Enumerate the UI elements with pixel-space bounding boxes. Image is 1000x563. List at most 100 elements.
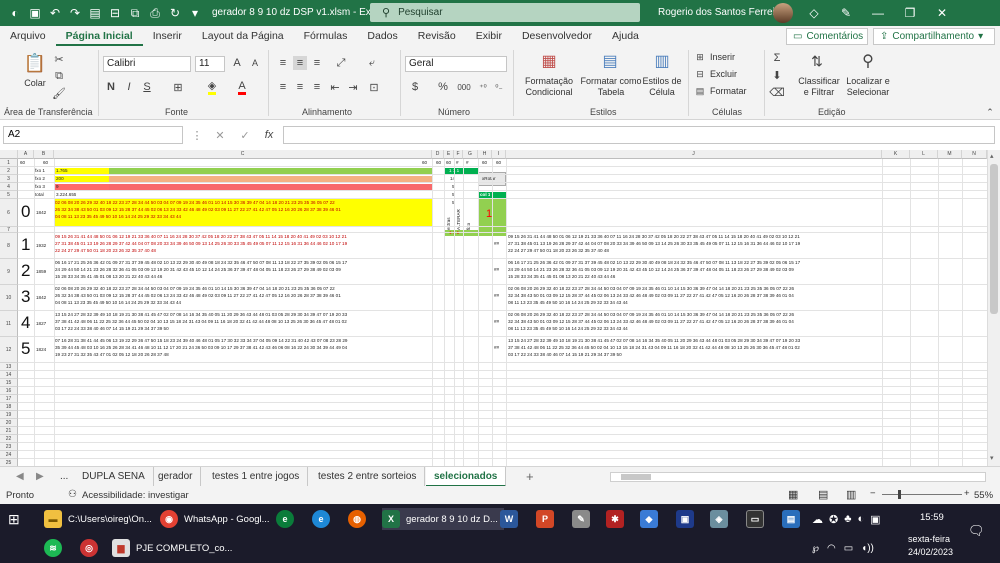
sort-filter-button[interactable]: Classificar e Filtrar <box>796 76 842 98</box>
search-box[interactable]: ⚲ Pesquisar <box>370 3 640 22</box>
insert-cells-button[interactable]: Inserir <box>710 52 735 63</box>
zoom-level[interactable]: 55% <box>974 490 993 501</box>
row-header[interactable]: 4 <box>0 183 18 191</box>
close-icon[interactable]: ✕ <box>933 4 951 22</box>
customize-qat-icon[interactable]: ▾ <box>186 4 204 22</box>
sheet-tab-gerador[interactable]: gerador <box>150 467 202 487</box>
spreadsheet-grid[interactable]: A B C D E F G H I J K L M N 1 2 3 4 5 6 7 8 9 10 1… <box>0 150 1000 466</box>
horizontal-scrollbar[interactable] <box>610 472 986 482</box>
fill-icon[interactable]: ⬇ <box>770 68 784 82</box>
result-numbers-line[interactable]: 06 16 17 21 25 26 36 42 01 09 27 31 37 3… <box>508 260 880 266</box>
restore-icon[interactable]: ❐ <box>901 4 919 22</box>
increase-indent-icon[interactable]: ⇥ <box>346 80 360 94</box>
tab-formulas[interactable]: Fórmulas <box>294 26 358 46</box>
sheet-tab-testes-2[interactable]: testes 2 entre sorteios <box>310 467 426 487</box>
format-painter-icon[interactable]: 🖌 <box>52 86 66 100</box>
game-numbers-line[interactable]: 02 06 08 20 26 29 32 40 18 22 23 27 28 3… <box>55 200 431 206</box>
game-numbers-line[interactable]: 26 32 34 38 43 50 01 03 09 12 15 28 37 4… <box>55 207 431 213</box>
taskbar-app5-icon[interactable]: ▤ <box>782 508 806 530</box>
h-scroll-thumb[interactable] <box>621 474 651 480</box>
row-header[interactable]: 18 <box>0 403 18 411</box>
game-numbers-line[interactable]: 27 31 38 45 01 13 19 26 28 29 37 42 44 0… <box>55 241 431 247</box>
result-numbers-line[interactable]: 15 28 33 34 35 41 45 01 08 13 20 21 22 4… <box>508 274 880 280</box>
diamond-icon[interactable]: ◇ <box>805 4 823 22</box>
game-numbers-line[interactable]: 35 39 44 45 48 03 10 16 25 26 28 34 41 4… <box>55 345 431 351</box>
form-icon[interactable]: ▤ <box>86 4 104 22</box>
formula-input[interactable] <box>283 126 995 144</box>
increase-decimal-icon[interactable]: ⁺⁰ <box>476 80 490 94</box>
game-id[interactable]: 5 <box>21 339 30 359</box>
game-numbers-line[interactable]: 06 16 17 21 25 26 36 42 01 09 27 31 37 3… <box>55 260 431 266</box>
col-header-b[interactable]: B <box>34 150 54 159</box>
game-numbers-line[interactable]: 04 08 11 13 23 35 45 49 50 10 16 14 24 2… <box>55 214 431 220</box>
font-name-select[interactable]: Calibri <box>103 56 191 72</box>
accessibility-status[interactable]: Acessibilidade: investigar <box>82 490 189 501</box>
minimize-icon[interactable]: — <box>869 4 887 22</box>
collapse-ribbon-icon[interactable]: ⌃ <box>984 106 996 118</box>
delete-cells-button[interactable]: Excluir <box>710 69 737 80</box>
conditional-format-icon[interactable]: ▦ <box>538 50 560 72</box>
col-header-e[interactable]: E <box>444 150 454 159</box>
cut-icon[interactable]: ✂ <box>52 52 66 66</box>
bold-button[interactable]: N <box>104 80 118 94</box>
tab-ajuda[interactable]: Ajuda <box>602 26 649 46</box>
sheet-more-button[interactable]: ... <box>52 467 76 487</box>
taskbar-item-excel[interactable]: Xgerador 8 9 10 dz D... <box>382 508 504 530</box>
zoom-in-icon[interactable]: + <box>964 488 970 499</box>
game-numbers-line[interactable]: 03 17 22 24 33 38 40 46 07 14 15 19 21 2… <box>55 326 431 332</box>
borders-icon[interactable]: ⊞ <box>170 80 186 94</box>
taskbar-spotify-icon[interactable]: ≋ <box>44 537 68 559</box>
col-header-g[interactable]: G <box>463 150 478 159</box>
taskbar-word-icon[interactable]: W <box>500 508 524 530</box>
wrap-text-icon[interactable]: ⤶ <box>362 56 382 70</box>
row-header[interactable]: 11 <box>0 311 18 337</box>
tray-icons[interactable]: ☁ ✪ ♣ ◐ ▣ <box>812 508 881 530</box>
align-top-icon[interactable]: ≡ <box>276 56 290 70</box>
game-numbers-line[interactable]: 02 06 08 20 26 29 32 40 18 22 23 27 28 3… <box>55 286 431 292</box>
row-header[interactable]: 21 <box>0 427 18 435</box>
row-header[interactable]: 15 <box>0 379 18 387</box>
game-id[interactable]: 2 <box>21 261 30 281</box>
col-header-f[interactable]: F <box>454 150 463 159</box>
game-numbers-line[interactable]: 22 24 27 29 47 50 01 18 20 23 26 32 35 3… <box>55 248 431 254</box>
avatar[interactable] <box>773 3 793 23</box>
refresh-icon[interactable]: ↻ <box>166 4 184 22</box>
row-header[interactable]: 22 <box>0 435 18 443</box>
comments-button[interactable]: ▭ Comentários <box>786 28 868 45</box>
filter-icon[interactable]: ⊟ <box>106 4 124 22</box>
more-icon[interactable]: ⋮ <box>190 128 204 142</box>
scroll-up-icon[interactable]: ▴ <box>990 152 998 160</box>
align-bottom-icon[interactable]: ≡ <box>310 56 324 70</box>
col-header-l[interactable]: L <box>910 150 938 159</box>
game-id[interactable]: 3 <box>21 287 30 307</box>
add-sheet-button[interactable]: + <box>518 467 542 487</box>
taskbar-app3-icon[interactable]: ▣ <box>676 508 700 530</box>
taskbar-powerpoint-icon[interactable]: P <box>536 508 560 530</box>
row-header[interactable]: 23 <box>0 443 18 451</box>
result-numbers-line[interactable]: 13 15 24 27 28 32 39 49 10 18 19 21 30 3… <box>508 338 880 344</box>
taskbar-item-pje[interactable]: ▆ PJE COMPLETO_co... <box>112 537 232 559</box>
notification-icon[interactable]: 🗨 <box>968 520 985 542</box>
clock-date[interactable]: 24/02/2023 <box>908 541 953 563</box>
name-box[interactable]: A2 <box>3 126 183 144</box>
result-numbers-line[interactable]: 24 29 44 50 14 21 23 26 28 32 36 41 05 0… <box>508 267 880 273</box>
row-header[interactable]: 14 <box>0 371 18 379</box>
col-header-n[interactable]: N <box>962 150 987 159</box>
paste-label[interactable]: Colar <box>18 78 52 89</box>
align-center-icon[interactable]: ≡ <box>293 80 307 94</box>
insert-function-button[interactable]: fx <box>262 128 276 142</box>
cell-styles-button[interactable]: Estilos de Célula <box>642 76 682 98</box>
number-format-select[interactable]: Geral <box>405 56 507 72</box>
sort-filter-icon[interactable]: ⇅ <box>806 50 828 72</box>
autosum-icon[interactable]: Σ <box>770 51 784 65</box>
tab-dados[interactable]: Dados <box>357 26 407 46</box>
row-header[interactable]: 25 <box>0 459 18 466</box>
row-header[interactable]: 6 <box>0 199 18 227</box>
shrink-font-icon[interactable]: A <box>248 56 262 70</box>
col-header-j[interactable]: J <box>506 150 882 159</box>
game-code[interactable]: 1859 <box>36 269 46 275</box>
row-header[interactable]: 8 <box>0 233 18 259</box>
find-icon[interactable]: ⚲ <box>857 50 879 72</box>
row-header[interactable]: 20 <box>0 419 18 427</box>
sheet-next-button[interactable]: ▶ <box>28 467 52 487</box>
